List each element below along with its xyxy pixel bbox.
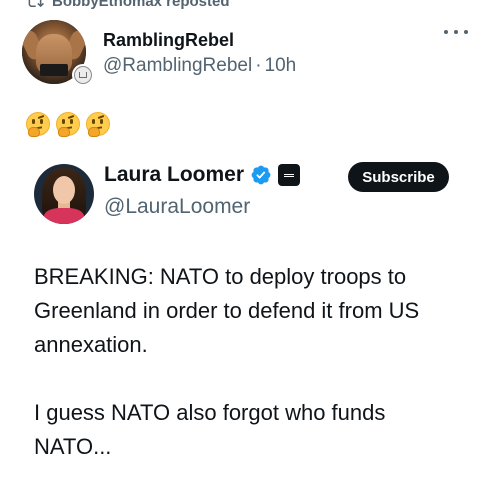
more-horizontal-icon	[444, 30, 448, 34]
quoted-author-avatar[interactable]	[34, 164, 94, 224]
repost-label: BobbyEthomax reposted	[52, 0, 230, 10]
thinking-face-emoji-icon	[84, 110, 112, 138]
meta-separator: ·	[255, 55, 262, 76]
more-options-button[interactable]	[444, 24, 468, 40]
subscribe-button[interactable]: Subscribe	[348, 162, 449, 192]
repost-indicator[interactable]: BobbyEthomax reposted	[0, 0, 230, 11]
post-paragraph: I guess NATO also forgot who funds NATO.…	[34, 400, 386, 459]
author-meta: @RamblingRebel · 10h	[103, 55, 296, 77]
repost-icon	[28, 0, 44, 8]
quoted-author-handle[interactable]: @LauraLoomer	[104, 195, 250, 219]
affiliation-badge-icon	[278, 164, 301, 186]
post-emoji-text	[24, 110, 112, 138]
affiliation-badge-icon	[72, 64, 94, 86]
author-handle[interactable]: @RamblingRebel	[103, 55, 252, 76]
thinking-face-emoji-icon	[54, 110, 82, 138]
verified-badge-icon	[251, 165, 271, 185]
thinking-face-emoji-icon	[24, 110, 52, 138]
author-display-name[interactable]: RamblingRebel	[103, 30, 234, 51]
quoted-author-name-row: Laura Loomer	[104, 163, 301, 187]
post-paragraph: BREAKING: NATO to deploy troops to Green…	[34, 264, 420, 357]
post-time[interactable]: 10h	[265, 55, 297, 76]
quoted-post-text: BREAKING: NATO to deploy troops to Green…	[34, 260, 464, 498]
quoted-author-display-name[interactable]: Laura Loomer	[104, 163, 244, 187]
